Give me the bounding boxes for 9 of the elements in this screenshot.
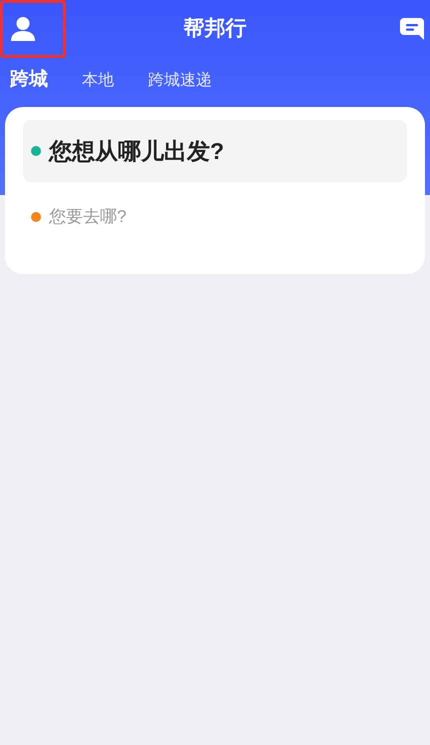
user-icon: [10, 16, 36, 42]
profile-button[interactable]: [0, 0, 66, 58]
tab[interactable]: 本地: [82, 68, 114, 92]
tab[interactable]: 跨城: [10, 66, 48, 95]
destination-field[interactable]: 您要去哪?: [23, 186, 407, 248]
tab[interactable]: 跨城速递: [148, 68, 212, 92]
app-title: 帮邦行: [184, 16, 246, 42]
origin-field[interactable]: 您想从哪儿出发?: [23, 120, 407, 182]
message-icon[interactable]: [400, 18, 424, 40]
